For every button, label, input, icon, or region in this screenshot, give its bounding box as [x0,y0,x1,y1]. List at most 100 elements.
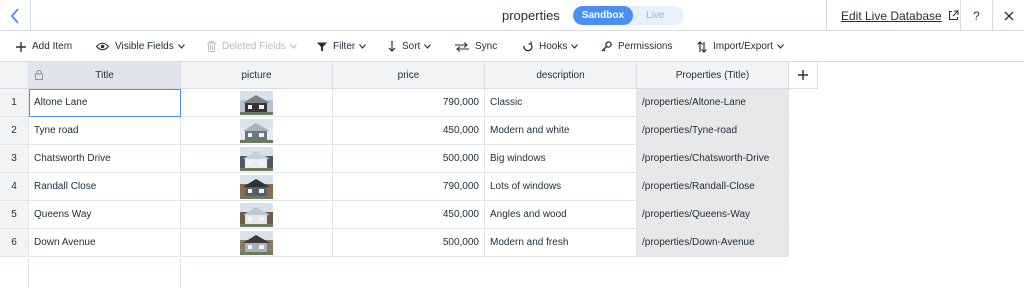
house-photo-thumbnail[interactable] [240,118,273,143]
house-photo-thumbnail[interactable] [240,90,273,115]
hooks-label: Hooks [539,41,568,52]
mode-toggle[interactable]: Sandbox Live [572,6,685,25]
eye-icon [96,42,109,51]
number-column-divider [28,258,29,288]
title-cell-text: Queens Way [34,209,92,220]
price-cell[interactable]: 790,000 [333,173,485,201]
description-cell[interactable]: Modern and fresh [485,229,637,257]
price-cell[interactable]: 790,000 [333,89,485,117]
house-photo-thumbnail[interactable] [240,202,273,227]
picture-cell[interactable] [181,173,333,201]
properties-title-cell-text: /properties/Randall-Close [642,181,755,192]
price-cell[interactable]: 450,000 [333,117,485,145]
row-number-cell: 5 [0,201,29,229]
properties-title-cell[interactable]: /properties/Randall-Close [637,173,789,201]
hooks-button[interactable]: Hooks [522,31,579,62]
row-number-cell: 4 [0,173,29,201]
filter-icon [317,42,327,51]
title-cell-text: Randall Close [34,181,97,192]
description-cell-text: Angles and wood [490,209,567,220]
picture-cell[interactable] [181,145,333,173]
title-cell[interactable]: Randall Close [29,173,181,201]
description-cell-text: Modern and white [490,125,570,136]
description-cell[interactable]: Big windows [485,145,637,173]
description-cell[interactable]: Lots of windows [485,173,637,201]
title-cell[interactable]: Down Avenue [29,229,181,257]
title-cell[interactable]: Tyne road [29,117,181,145]
sort-button[interactable]: Sort [388,31,432,62]
column-header-label: Properties (Title) [675,69,750,81]
visible-fields-button[interactable]: Visible Fields [96,31,185,62]
collection-name: properties [502,8,560,23]
properties-title-cell[interactable]: /properties/Tyne-road [637,117,789,145]
filter-button[interactable]: Filter [317,31,367,62]
sync-arrows-icon [455,41,469,52]
description-cell[interactable]: Classic [485,89,637,117]
price-cell-text: 790,000 [442,97,479,108]
deleted-fields-label: Deleted Fields [222,41,286,52]
price-cell[interactable]: 500,000 [333,145,485,173]
price-cell-text: 790,000 [442,181,479,192]
add-item-button[interactable]: Add Item [16,31,72,62]
row-number-cell: 6 [0,229,29,257]
row-number-cell-text: 4 [11,181,17,192]
row-number-cell: 3 [0,145,29,173]
picture-cell[interactable] [181,117,333,145]
lock-icon [35,70,43,80]
properties-title-cell-text: /properties/Tyne-road [642,125,738,136]
add-column-button[interactable] [789,62,818,89]
help-button[interactable]: ? [960,0,992,31]
column-header-label: description [536,69,585,81]
row-number-cell-text: 5 [11,209,17,220]
properties-title-cell[interactable]: /properties/Down-Avenue [637,229,789,257]
description-cell[interactable]: Angles and wood [485,201,637,229]
back-button[interactable] [0,0,31,31]
description-cell-text: Lots of windows [490,181,562,192]
house-photo-thumbnail[interactable] [240,174,273,199]
import-export-button[interactable]: Import/Export [697,31,784,62]
permissions-button[interactable]: Permissions [601,31,672,62]
picture-cell[interactable] [181,201,333,229]
column-header-price[interactable]: price [333,62,485,89]
price-cell[interactable]: 450,000 [333,201,485,229]
title-cell[interactable]: Altone Lane [29,89,181,117]
properties-title-cell[interactable]: /properties/Chatsworth-Drive [637,145,789,173]
key-icon [601,41,612,52]
properties-title-cell-text: /properties/Down-Avenue [642,237,755,248]
visible-fields-label: Visible Fields [115,41,174,52]
title-cell[interactable]: Queens Way [29,201,181,229]
row-number-cell: 1 [0,89,29,117]
properties-title-cell[interactable]: /properties/Queens-Way [637,201,789,229]
row-number-header [0,62,29,89]
properties-title-cell-text: /properties/Chatsworth-Drive [642,153,770,164]
deleted-fields-button[interactable]: Deleted Fields [207,31,297,62]
sync-button[interactable]: Sync [455,31,497,62]
properties-title-cell[interactable]: /properties/Altone-Lane [637,89,789,117]
column-header-picture[interactable]: picture [181,62,333,89]
sandbox-mode-button[interactable]: Sandbox [572,6,634,25]
house-photo-thumbnail[interactable] [240,146,273,171]
description-cell[interactable]: Modern and white [485,117,637,145]
column-header-label: price [397,69,420,81]
toolbar: Add Item Visible Fields Deleted Fields F… [0,31,1024,62]
properties-title-cell-text: /properties/Queens-Way [642,209,751,220]
title-cell-text: Chatsworth Drive [34,153,111,164]
chevron-down-icon [290,44,297,49]
picture-cell[interactable] [181,229,333,257]
sort-arrow-icon [388,41,396,52]
close-button[interactable] [992,0,1024,31]
chevron-down-icon [359,44,367,49]
house-photo-thumbnail[interactable] [240,230,273,255]
edit-live-database-link[interactable]: Edit Live Database [826,0,960,31]
column-header-description[interactable]: description [485,62,637,89]
column-header-properties-title[interactable]: Properties (Title) [637,62,789,89]
column-header-title[interactable]: Title [29,62,181,89]
add-item-label: Add Item [32,41,73,52]
plus-icon [16,41,26,52]
row-number-cell-text: 1 [11,97,17,108]
title-cell[interactable]: Chatsworth Drive [29,145,181,173]
live-mode-button[interactable]: Live [633,6,684,25]
price-cell[interactable]: 500,000 [333,229,485,257]
picture-cell[interactable] [181,89,333,117]
chevron-left-icon [10,7,19,24]
